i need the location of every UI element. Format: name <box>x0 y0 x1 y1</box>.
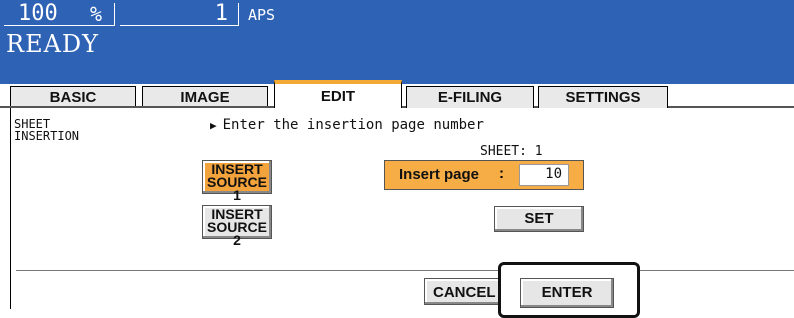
play-arrow-icon: ▶ <box>210 119 217 132</box>
machine-state: READY <box>6 30 100 58</box>
function-title: SHEET INSERTION <box>14 118 104 142</box>
insert-source-2-button[interactable]: INSERT SOURCE 2 <box>202 205 272 247</box>
tab-label: EDIT <box>320 88 356 105</box>
zoom-display: 100 % <box>4 3 115 26</box>
zoom-unit: % <box>90 2 103 26</box>
button-label-line2: SOURCE 1 <box>207 174 267 203</box>
sheet-indicator: SHEET: 1 <box>480 144 543 159</box>
tab-label: BASIC <box>49 89 97 106</box>
instruction-text: Enter the insertion page number <box>222 117 484 133</box>
edit-panel <box>10 108 794 309</box>
tab-label: SETTINGS <box>565 89 641 106</box>
divider <box>16 270 794 271</box>
zoom-value: 100 <box>18 1 58 26</box>
copies-count: 1 <box>214 1 228 26</box>
instruction: ▶ Enter the insertion page number <box>210 117 484 133</box>
paper-mode: APS <box>248 6 276 24</box>
status-bar: 100 % 1 APS READY <box>0 0 794 84</box>
tab-settings[interactable]: SETTINGS <box>538 86 668 109</box>
insert-page-value: 10 <box>545 166 562 182</box>
set-button[interactable]: SET <box>494 206 584 232</box>
enter-button[interactable]: ENTER <box>520 278 614 308</box>
insert-page-input[interactable]: 10 <box>519 164 569 186</box>
insert-source-1-button[interactable]: INSERT SOURCE 1 <box>202 160 272 202</box>
tab-label: E-FILING <box>437 89 503 106</box>
button-label-line2: SOURCE 2 <box>207 219 267 248</box>
insert-page-colon: : <box>499 165 504 182</box>
tab-e-filing[interactable]: E-FILING <box>406 86 534 109</box>
copies-display: 1 <box>120 3 239 26</box>
tab-label: IMAGE <box>180 89 230 106</box>
insert-page-field[interactable]: Insert page : 10 <box>384 160 584 190</box>
cancel-button[interactable]: CANCEL <box>424 278 508 305</box>
function-title-line2: INSERTION <box>14 129 80 143</box>
insert-page-label: Insert page <box>399 166 480 183</box>
